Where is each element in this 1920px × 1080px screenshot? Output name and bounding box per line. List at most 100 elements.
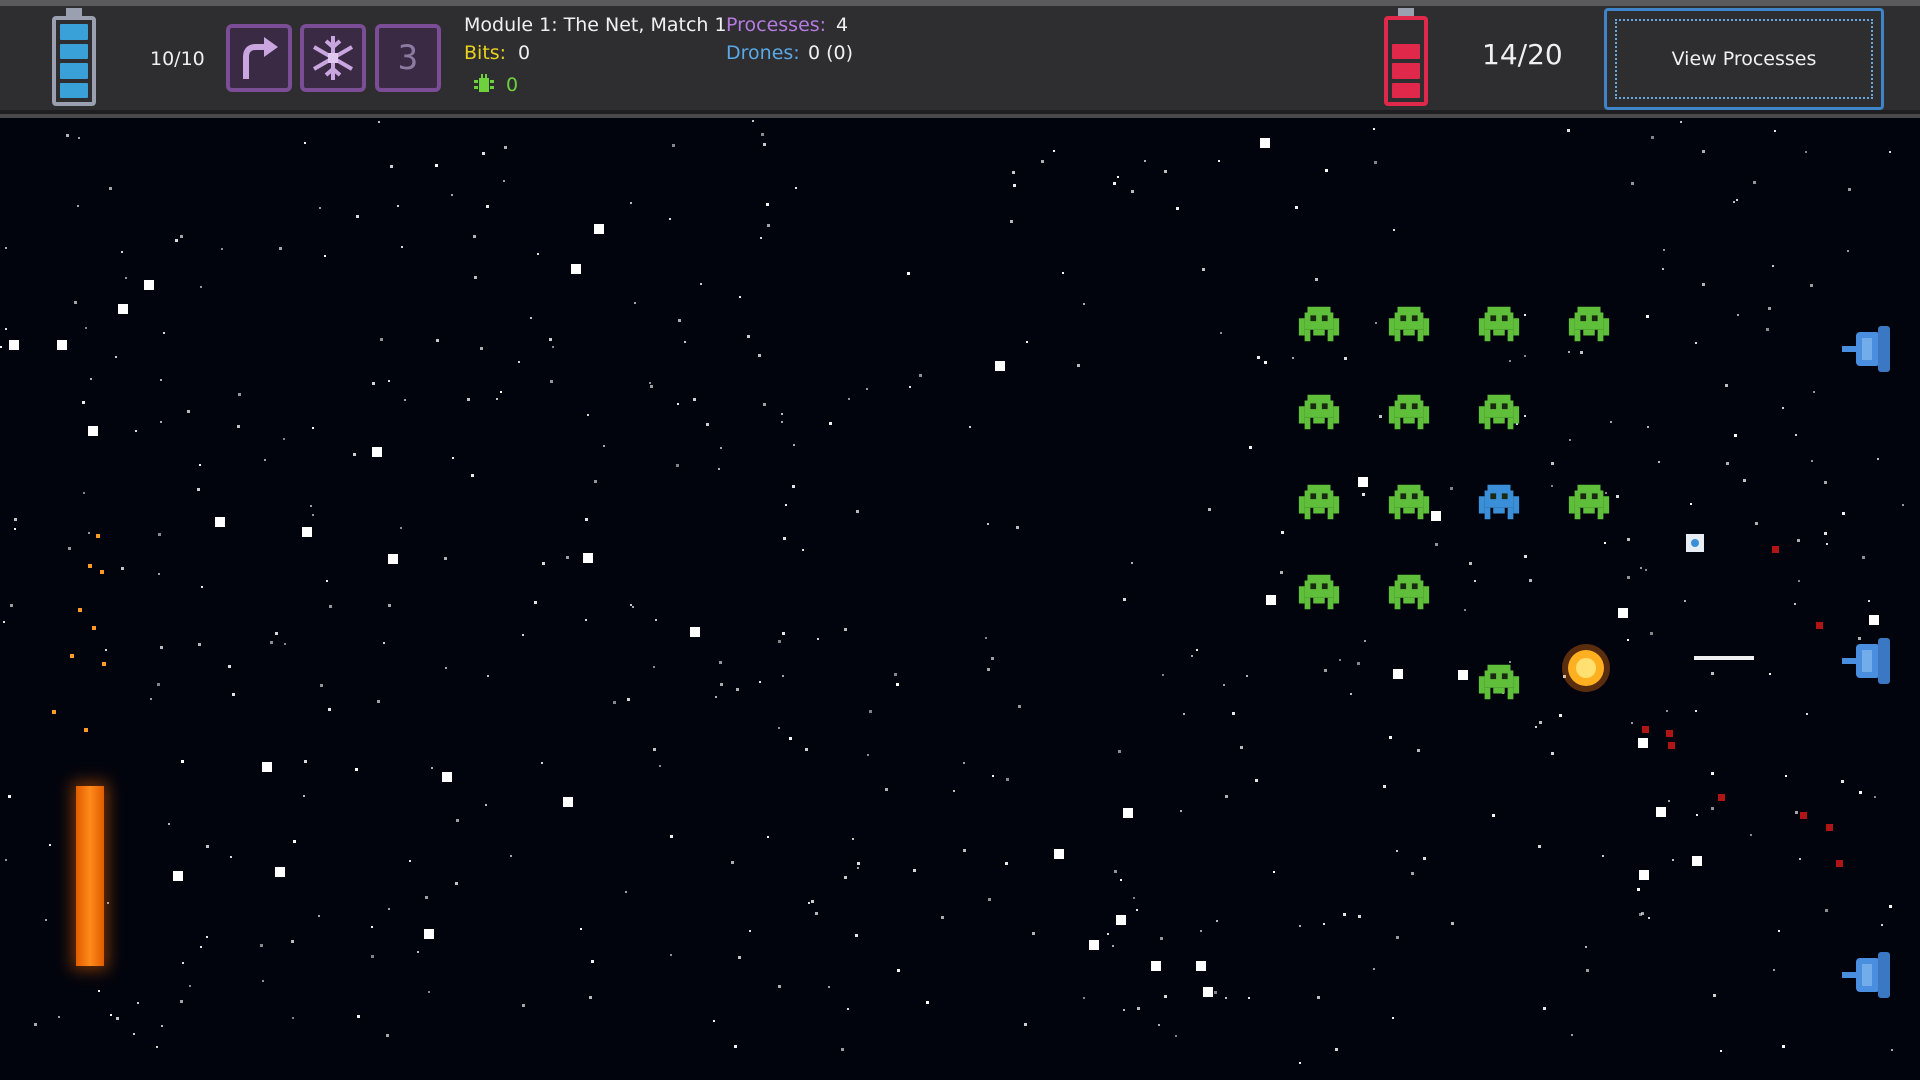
star <box>763 403 766 406</box>
star <box>49 844 51 846</box>
star <box>1343 913 1346 916</box>
star <box>1016 526 1019 529</box>
processes-value: 4 <box>836 14 849 36</box>
star <box>591 960 594 963</box>
star <box>1032 932 1035 935</box>
star <box>1113 182 1116 185</box>
star <box>238 393 241 396</box>
star <box>857 867 859 869</box>
star <box>1869 615 1879 625</box>
star <box>510 855 512 857</box>
bug-count: 0 <box>506 74 519 96</box>
star <box>1458 670 1468 680</box>
ability-3-button[interactable]: 3 <box>375 24 441 92</box>
star <box>1012 171 1015 174</box>
ember-particle <box>100 570 104 574</box>
star <box>1183 713 1185 715</box>
star <box>144 280 154 290</box>
ember-particle <box>70 654 74 658</box>
star <box>670 835 673 838</box>
ability-freeze-button[interactable] <box>300 24 366 92</box>
star <box>992 775 994 777</box>
star <box>855 934 858 937</box>
star <box>909 386 911 388</box>
star <box>1604 542 1606 544</box>
star <box>157 683 160 686</box>
star <box>1902 504 1904 506</box>
star <box>1656 807 1666 817</box>
star <box>969 426 971 428</box>
star <box>785 504 787 506</box>
star <box>1795 811 1798 814</box>
star <box>847 1008 849 1010</box>
star <box>380 338 383 341</box>
star <box>541 762 543 764</box>
star <box>1358 915 1361 918</box>
star <box>304 142 306 144</box>
invader <box>1296 389 1342 435</box>
star <box>275 867 285 877</box>
star <box>480 347 483 350</box>
ember-particle <box>92 626 96 630</box>
debris-particle <box>1668 742 1675 749</box>
star <box>1813 391 1815 393</box>
star <box>1859 791 1862 794</box>
debris-particle <box>1772 546 1779 553</box>
star <box>1640 567 1642 569</box>
star <box>1114 870 1117 873</box>
star <box>485 804 487 806</box>
star <box>1772 265 1774 267</box>
star <box>135 430 137 432</box>
star <box>1524 314 1526 316</box>
ability-redirect-button[interactable] <box>226 24 292 92</box>
star <box>700 283 702 285</box>
star <box>329 605 332 608</box>
invader <box>1476 389 1522 435</box>
star <box>1203 987 1213 997</box>
star <box>857 862 860 865</box>
star <box>650 385 653 388</box>
star <box>1647 426 1649 428</box>
star <box>1018 705 1021 708</box>
star <box>856 510 859 513</box>
star <box>767 836 769 838</box>
star <box>230 856 232 858</box>
debris-particle <box>1836 860 1843 867</box>
game-field <box>0 118 1920 1080</box>
star <box>1824 481 1827 484</box>
star <box>326 580 328 582</box>
star <box>549 338 552 341</box>
star <box>1118 750 1121 753</box>
star <box>1638 738 1648 748</box>
star <box>795 187 797 189</box>
star <box>1208 508 1211 511</box>
star <box>1639 870 1649 880</box>
star <box>1299 1062 1301 1064</box>
star <box>431 767 433 769</box>
invader <box>1476 301 1522 347</box>
star <box>518 361 520 363</box>
star <box>150 698 152 700</box>
star <box>522 1004 525 1007</box>
star <box>474 276 477 279</box>
star <box>815 912 818 915</box>
star <box>58 1016 60 1018</box>
star <box>110 1014 112 1016</box>
star <box>1010 220 1013 223</box>
star <box>260 944 263 947</box>
star <box>1631 722 1633 724</box>
star <box>228 665 231 668</box>
star <box>88 426 98 436</box>
star <box>811 900 814 903</box>
star <box>589 996 592 999</box>
star <box>852 838 854 840</box>
view-processes-button[interactable]: View Processes <box>1604 8 1884 110</box>
star <box>1026 341 1028 343</box>
star <box>378 121 380 123</box>
star <box>1151 961 1161 971</box>
star <box>1164 995 1167 998</box>
star <box>137 1002 139 1004</box>
star <box>1292 357 1294 359</box>
star <box>669 218 671 220</box>
star <box>1469 562 1472 565</box>
